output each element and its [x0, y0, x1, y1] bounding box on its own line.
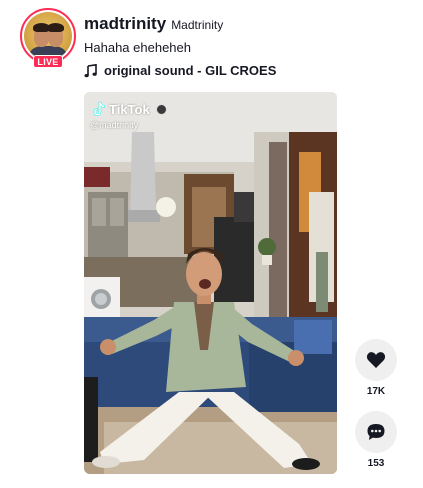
- watermark-brand: TikTok: [109, 101, 150, 117]
- heart-icon: [366, 352, 386, 368]
- comment-button[interactable]: [355, 411, 397, 453]
- live-badge: LIVE: [33, 55, 63, 68]
- music-note-icon: [84, 63, 97, 77]
- avatar: [24, 12, 72, 60]
- music-title: original sound - GIL CROES: [104, 63, 277, 78]
- author-nickname: Madtrinity: [171, 18, 224, 32]
- comment-icon: [367, 424, 385, 440]
- author-info: madtrinity Madtrinity: [84, 14, 223, 36]
- tiktok-logo-icon: [93, 101, 105, 116]
- comment-count: 153: [367, 458, 385, 469]
- author-avatar-link[interactable]: LIVE: [20, 8, 78, 68]
- video-post: LIVE madtrinity Madtrinity Hahaha eheheh…: [0, 0, 423, 488]
- watermark-handle: @madtrinity: [90, 120, 139, 130]
- like-count: 17K: [366, 386, 386, 397]
- comment-action: 153: [355, 411, 397, 469]
- music-link[interactable]: original sound - GIL CROES: [84, 63, 276, 78]
- author-username[interactable]: madtrinity: [84, 14, 166, 34]
- post-caption: Hahaha eheheheh: [84, 40, 191, 55]
- tiktok-watermark: TikTok: [92, 101, 167, 117]
- video-player[interactable]: TikTok @madtrinity: [84, 92, 337, 474]
- video-frame: [84, 92, 337, 474]
- watermark-avatar: [155, 103, 167, 115]
- like-action: 17K: [355, 339, 397, 397]
- like-button[interactable]: [355, 339, 397, 381]
